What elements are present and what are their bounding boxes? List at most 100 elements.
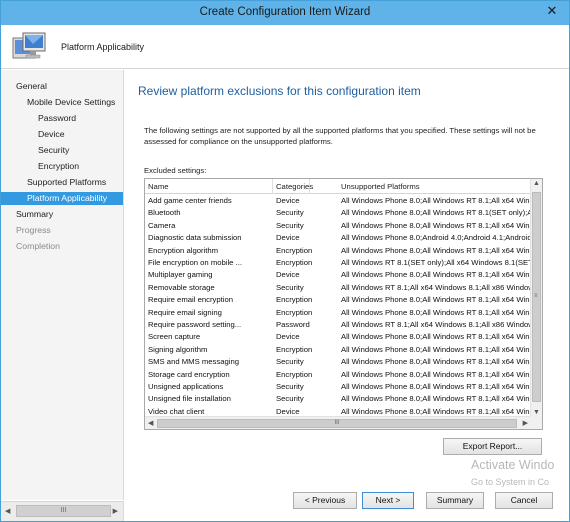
- cell-category: Encryption: [276, 295, 313, 305]
- table-row[interactable]: Storage card encryption Encryption All Win…: [145, 369, 531, 381]
- cell-name: SMS and MMS messaging: [148, 357, 240, 367]
- cell-unsupported-platforms: All Windows Phone 8.0;All Windows RT 8.1…: [341, 357, 531, 367]
- table-row[interactable]: Screen capture Device All Windows Phone 8.…: [145, 331, 531, 343]
- table-row[interactable]: SMS and MMS messaging Security All Windows…: [145, 356, 531, 368]
- cell-unsupported-platforms: All Windows Phone 8.0;All Windows RT 8.1…: [341, 220, 531, 230]
- cell-unsupported-platforms: All Windows RT 8.1;All x64 Windows 8.1;A…: [341, 282, 531, 292]
- excluded-settings-list[interactable]: Name Categories Unsupported Platforms Ad…: [144, 178, 543, 430]
- cell-category: Security: [276, 394, 304, 404]
- list-header: Name Categories Unsupported Platforms: [145, 179, 531, 194]
- activation-watermark-title: Activate Windo: [471, 458, 555, 472]
- sidebar-horizontal-scrollbar[interactable]: ◀ III ▶: [1, 501, 124, 521]
- cell-unsupported-platforms: All Windows RT 8.1(SET only);All x64 Win…: [341, 258, 531, 267]
- wizard-window: Create Configuration Item Wizard ✕ Platf…: [0, 0, 570, 522]
- scroll-left-icon[interactable]: ◀: [148, 419, 153, 427]
- scroll-up-icon[interactable]: ▲: [533, 180, 540, 187]
- list-vertical-scrollbar[interactable]: ▲ ≡ ▼: [530, 179, 542, 417]
- export-report-button[interactable]: Export Report...: [443, 438, 542, 455]
- cell-category: Device: [276, 196, 300, 205]
- table-row[interactable]: Diagnostic data submission Device All Wind…: [145, 232, 531, 244]
- scroll-corner: [530, 416, 542, 429]
- wizard-header: Platform Applicability: [1, 25, 569, 69]
- table-row[interactable]: Unsigned file installation Security All Wi…: [145, 393, 531, 405]
- column-header-unsupported-platforms[interactable]: Unsupported Platforms: [338, 179, 531, 194]
- cell-category: Device: [276, 233, 300, 243]
- cell-unsupported-platforms: All Windows RT 8.1;All x64 Windows 8.1;A…: [341, 320, 531, 329]
- cell-name: File encryption on mobile ...: [148, 258, 243, 267]
- scroll-left-icon[interactable]: ◀: [5, 507, 10, 515]
- sidebar-item-summary[interactable]: Summary: [16, 209, 53, 219]
- cell-category: Encryption: [276, 369, 313, 379]
- table-row[interactable]: Removable storage Security All Windows RT …: [145, 282, 531, 294]
- sidebar-item-mobile-device-settings[interactable]: Mobile Device Settings: [27, 97, 115, 107]
- cell-name: Unsigned file installation: [148, 394, 231, 404]
- table-row[interactable]: Require email signing Encryption All Windo…: [145, 307, 531, 319]
- table-row[interactable]: Bluetooth Security All Windows Phone 8.0;A…: [145, 207, 531, 219]
- cell-unsupported-platforms: All Windows Phone 8.0;All Windows RT 8.1…: [341, 382, 531, 391]
- vertical-scroll-thumb[interactable]: ≡: [532, 192, 541, 402]
- table-row[interactable]: Camera Security All Windows Phone 8.0;All …: [145, 220, 531, 232]
- close-button[interactable]: ✕: [541, 2, 563, 20]
- cell-unsupported-platforms: All Windows Phone 8.0;All Windows RT 8.1…: [341, 307, 531, 317]
- sidebar-item-progress: Progress: [16, 225, 51, 235]
- excluded-settings-label: Excluded settings:: [144, 166, 207, 175]
- cell-unsupported-platforms: All Windows Phone 8.0;All Windows RT 8.1…: [341, 270, 531, 280]
- cell-category: Security: [276, 382, 304, 391]
- column-header-name[interactable]: Name: [145, 179, 273, 194]
- cell-name: Encryption algorithm: [148, 245, 219, 255]
- cell-category: Encryption: [276, 245, 313, 255]
- column-header-categories[interactable]: Categories: [273, 179, 313, 194]
- cell-name: Diagnostic data submission: [148, 233, 242, 243]
- page-heading: Review platform exclusions for this conf…: [138, 84, 421, 98]
- cell-name: Multiplayer gaming: [148, 270, 213, 280]
- cell-unsupported-platforms: All Windows Phone 8.0;All Windows RT 8.1…: [341, 394, 531, 404]
- sidebar-item-general[interactable]: General: [16, 81, 47, 91]
- next-button[interactable]: Next >: [362, 492, 414, 509]
- table-row[interactable]: Encryption algorithm Encryption All Window…: [145, 245, 531, 257]
- window-title: Create Configuration Item Wizard: [199, 6, 371, 18]
- cell-name: Require email encryption: [148, 295, 234, 305]
- sidebar-item-device[interactable]: Device: [38, 129, 65, 139]
- table-row[interactable]: Add game center friends Device All Windows…: [145, 195, 531, 207]
- table-row[interactable]: File encryption on mobile ... Encryption A…: [145, 257, 531, 269]
- previous-button[interactable]: < Previous: [293, 492, 357, 509]
- cell-name: Require email signing: [148, 307, 222, 317]
- table-row[interactable]: Signing algorithm Encryption All Windows P…: [145, 344, 531, 356]
- computer-icon: [12, 32, 46, 59]
- sidebar-item-password[interactable]: Password: [38, 113, 76, 123]
- wizard-sidebar: General Mobile Device Settings Password …: [1, 70, 124, 500]
- cell-unsupported-platforms: All Windows Phone 8.0;All Windows RT 8.1…: [341, 344, 531, 354]
- sidebar-item-supported-platforms[interactable]: Supported Platforms: [27, 177, 106, 187]
- sidebar-item-encryption[interactable]: Encryption: [38, 161, 79, 171]
- sidebar-item-completion: Completion: [16, 241, 60, 251]
- cell-unsupported-platforms: All Windows Phone 8.0;All Windows RT 8.1…: [341, 369, 531, 379]
- cell-unsupported-platforms: All Windows Phone 8.0;All Windows RT 8.1…: [341, 208, 531, 218]
- scrollbar-thumb[interactable]: III: [16, 505, 111, 517]
- cell-category: Encryption: [276, 258, 313, 267]
- cell-name: Require password setting...: [148, 320, 242, 329]
- scroll-grip: III: [334, 420, 340, 426]
- cell-category: Password: [276, 320, 310, 329]
- horizontal-scroll-thumb[interactable]: III: [157, 419, 517, 428]
- cell-name: Storage card encryption: [148, 369, 230, 379]
- sidebar-item-security[interactable]: Security: [38, 145, 69, 155]
- scroll-right-icon[interactable]: ▶: [523, 419, 528, 427]
- table-row[interactable]: Require password setting... Password All W…: [145, 319, 531, 331]
- header-title: Platform Applicability: [61, 42, 145, 52]
- table-row[interactable]: Unsigned applications Security All Windows…: [145, 381, 531, 393]
- summary-button[interactable]: Summary: [426, 492, 484, 509]
- cell-name: Add game center friends: [148, 196, 232, 205]
- scroll-grip: III: [60, 507, 67, 514]
- list-horizontal-scrollbar[interactable]: ◀ III ▶: [145, 416, 531, 429]
- scroll-down-icon[interactable]: ▼: [533, 409, 540, 416]
- table-row[interactable]: Require email encryption Encryption All Wi…: [145, 294, 531, 306]
- cell-unsupported-platforms: All Windows Phone 8.0;Android 4.0;Androi…: [341, 233, 531, 243]
- table-row[interactable]: Multiplayer gaming Device All Windows Phon…: [145, 269, 531, 281]
- cancel-button[interactable]: Cancel: [495, 492, 553, 509]
- cell-unsupported-platforms: All Windows Phone 8.0;All Windows RT 8.1…: [341, 245, 531, 255]
- scroll-right-icon[interactable]: ▶: [113, 507, 118, 515]
- cell-category: Device: [276, 270, 300, 280]
- cell-name: Unsigned applications: [148, 382, 224, 391]
- sidebar-item-platform-applicability[interactable]: Platform Applicability: [1, 192, 123, 205]
- cell-unsupported-platforms: All Windows Phone 8.0;All Windows RT 8.1…: [341, 332, 531, 342]
